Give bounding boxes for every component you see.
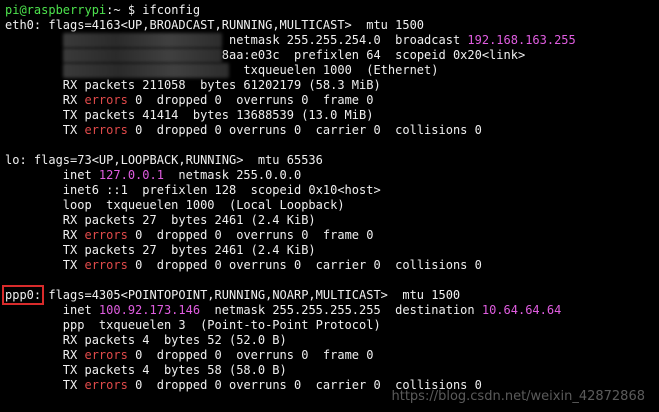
eth0-interface-name: eth0: <box>5 18 42 32</box>
prompt-separator: :~ $ <box>106 3 136 17</box>
ppp0-destination: 10.64.64.64 <box>481 303 562 317</box>
lo-tx-packets: TX packets 27 bytes 2461 (2.4 KiB) <box>62 243 316 257</box>
ppp0-interface-name: ppp0: <box>1 285 45 305</box>
lo-tx-packets-line: TX packets 27 bytes 2461 (2.4 KiB) <box>5 243 659 258</box>
prompt-line: pi@raspberrypi:~ $ ifconfig <box>5 3 659 18</box>
ppp0-flags: flags=4305<POINTOPOINT,RUNNING,NOARP,MUL… <box>41 288 461 302</box>
eth0-inet6-line: inet6 fe80::1f9b:a3c0:8aa:e03c prefixlen… <box>5 48 659 63</box>
ppp0-ppp: ppp txqueuelen 3 (Point-to-Point Protoco… <box>62 318 381 332</box>
redacted-ipv4: inet 192.168 <box>62 33 222 48</box>
prompt-user-host: pi@raspberrypi <box>5 3 107 17</box>
ppp0-inet-mid: netmask 255.255.255.255 destination <box>200 303 482 317</box>
lo-rx-errors-label: errors <box>84 228 128 242</box>
eth0-inet6-rest: 8aa:e03c prefixlen 64 scopeid 0x20<link> <box>221 48 526 62</box>
eth0-tx-errors-label: errors <box>84 123 128 137</box>
ppp0-rx-errors-label: errors <box>84 348 128 362</box>
lo-tx-errors-rest: 0 dropped 0 overruns 0 carrier 0 collisi… <box>127 258 482 272</box>
lo-rx-errors-line: RX errors 0 dropped 0 overruns 0 frame 0 <box>5 228 374 242</box>
eth0-tx-packets: TX packets 41414 bytes 13688539 (13.0 Mi… <box>62 108 374 122</box>
ppp0-ppp-line: ppp txqueuelen 3 (Point-to-Point Protoco… <box>5 318 659 333</box>
eth0-tx-errors-rest: 0 dropped 0 overruns 0 carrier 0 collisi… <box>127 123 482 137</box>
eth0-inet-line: inet 192.168 netmask 255.255.254.0 broad… <box>5 33 659 48</box>
eth0-rx-errors-label: errors <box>84 93 128 107</box>
lo-inet-rest: netmask 255.0.0.0 <box>163 168 302 182</box>
lo-inet6-line: inet6 ::1 prefixlen 128 scopeid 0x10<hos… <box>5 183 659 198</box>
lo-inet-address: 127.0.0.1 <box>98 168 164 182</box>
eth0-tx-packets-line: TX packets 41414 bytes 13688539 (13.0 Mi… <box>5 108 659 123</box>
lo-rx-packets: RX packets 27 bytes 2461 (2.4 KiB) <box>62 213 316 227</box>
lo-loop-line: loop txqueuelen 1000 (Local Loopback) <box>5 198 659 213</box>
ppp0-tx-packets-line: TX packets 4 bytes 58 (58.0 B) <box>5 363 659 378</box>
terminal-window[interactable]: pi@raspberrypi:~ $ ifconfig eth0: flags=… <box>0 0 659 412</box>
ppp0-rx-errors-line: RX errors 0 dropped 0 overruns 0 frame 0 <box>5 348 374 362</box>
ppp0-flags-line: ppp0: flags=4305<POINTOPOINT,RUNNING,NOA… <box>1 285 659 305</box>
ppp0-rx-errors-rest: 0 dropped 0 overruns 0 frame 0 <box>127 348 374 362</box>
eth0-rx-packets-line: RX packets 211058 bytes 61202179 (58.3 M… <box>5 78 659 93</box>
ppp0-inet-label: inet <box>62 303 99 317</box>
eth0-inet-rest: netmask 255.255.254.0 broadcast <box>221 33 468 47</box>
eth0-tx-errors-line: TX errors 0 dropped 0 overruns 0 carrier… <box>5 123 482 137</box>
ppp0-inet-address: 100.92.173.146 <box>98 303 201 317</box>
lo-inet-label: inet <box>62 168 99 182</box>
eth0-rx-packets: RX packets 211058 bytes 61202179 (58.3 M… <box>62 78 381 92</box>
lo-inet-line: inet 127.0.0.1 netmask 255.0.0.0 <box>5 168 659 183</box>
eth0-ether-line: ether dc:a6:32:97:98:1b txqueuelen 1000 … <box>5 63 659 78</box>
lo-rx-errors-rest: 0 dropped 0 overruns 0 frame 0 <box>127 228 374 242</box>
lo-loop: loop txqueuelen 1000 (Local Loopback) <box>62 198 345 212</box>
command-text: ifconfig <box>142 3 201 17</box>
ppp0-tx-packets: TX packets 4 bytes 58 (58.0 B) <box>62 363 287 377</box>
watermark-text: https://blog.csdn.net/weixin_42872868 <box>391 389 645 404</box>
lo-inet6: inet6 ::1 prefixlen 128 scopeid 0x10<hos… <box>62 183 381 197</box>
ppp0-tx-errors-label: errors <box>84 378 128 392</box>
eth0-flags-line: eth0: flags=4163<UP,BROADCAST,RUNNING,MU… <box>5 18 659 33</box>
eth0-flags: flags=4163<UP,BROADCAST,RUNNING,MULTICAS… <box>41 18 425 32</box>
ppp0-rx-packets-line: RX packets 4 bytes 52 (52.0 B) <box>5 333 659 348</box>
eth0-ether-rest: txqueuelen 1000 (Ethernet) <box>228 63 439 77</box>
lo-tx-errors-label: errors <box>84 258 128 272</box>
lo-tx-errors-line: TX errors 0 dropped 0 overruns 0 carrier… <box>5 258 482 272</box>
lo-rx-packets-line: RX packets 27 bytes 2461 (2.4 KiB) <box>5 213 659 228</box>
ppp0-rx-packets: RX packets 4 bytes 52 (52.0 B) <box>62 333 287 347</box>
eth0-rx-errors-rest: 0 dropped 0 overruns 0 frame 0 <box>127 93 374 107</box>
lo-flags: lo: flags=73<UP,LOOPBACK,RUNNING> mtu 65… <box>5 153 323 167</box>
lo-flags-line: lo: flags=73<UP,LOOPBACK,RUNNING> mtu 65… <box>5 153 659 168</box>
eth0-rx-errors-line: RX errors 0 dropped 0 overruns 0 frame 0 <box>5 93 374 107</box>
redacted-mac: ether dc:a6:32:97:98:1b <box>62 63 229 78</box>
redacted-ipv6: inet6 fe80::1f9b:a3c0: <box>62 48 222 63</box>
ppp0-inet-line: inet 100.92.173.146 netmask 255.255.255.… <box>5 303 659 318</box>
eth0-broadcast: 192.168.163.255 <box>467 33 576 47</box>
